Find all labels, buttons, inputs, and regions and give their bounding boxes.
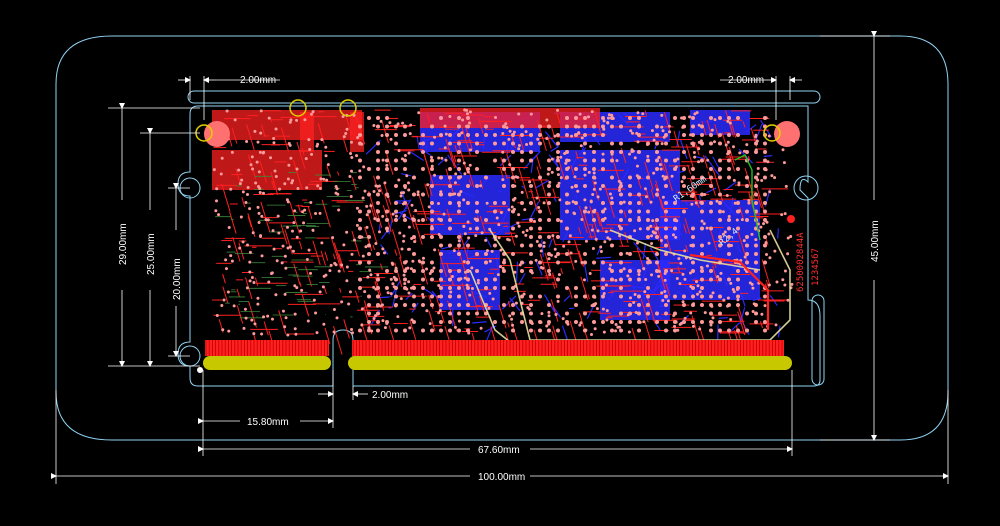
- top-slot: [187, 90, 821, 104]
- dim-height-total: 45.00mm: [870, 220, 881, 262]
- gold-finger-left: [203, 356, 331, 370]
- finger-pads-right: [352, 340, 784, 356]
- origin-icon[interactable]: [197, 367, 203, 373]
- dim-notch-gap: 2.00mm: [372, 390, 408, 401]
- dim-top-right-gap: 2.00mm: [728, 75, 764, 86]
- mounting-hole-icon[interactable]: [204, 121, 230, 147]
- pcb-canvas[interactable]: R1,60mm R2,4 6250002844A 1234567 2.00mm …: [0, 0, 1000, 526]
- mounting-hole-icon[interactable]: [774, 121, 800, 147]
- bottom-copper-layer: [365, 110, 781, 344]
- gold-finger-right: [348, 356, 792, 370]
- edge-connector: [203, 340, 792, 370]
- pcb-layout-view: R1,60mm R2,4 6250002844A 1234567 2.00mm …: [0, 0, 1000, 526]
- dim-total-width: 100.00mm: [478, 472, 525, 483]
- dim-top-left-gap: 2.00mm: [240, 75, 276, 86]
- dim-height-inner: 20.00mm: [172, 258, 183, 300]
- dim-height-mid: 25.00mm: [146, 233, 157, 275]
- silk-part-number: 6250002844A: [796, 232, 806, 292]
- dim-edge-segment: 15.80mm: [247, 417, 289, 428]
- dim-height-outer: 29.00mm: [118, 223, 129, 265]
- dim-connector-span: 67.60mm: [478, 445, 520, 456]
- test-point[interactable]: [787, 215, 795, 223]
- side-slot-right: [811, 294, 825, 386]
- silk-serial: 1234567: [811, 248, 821, 286]
